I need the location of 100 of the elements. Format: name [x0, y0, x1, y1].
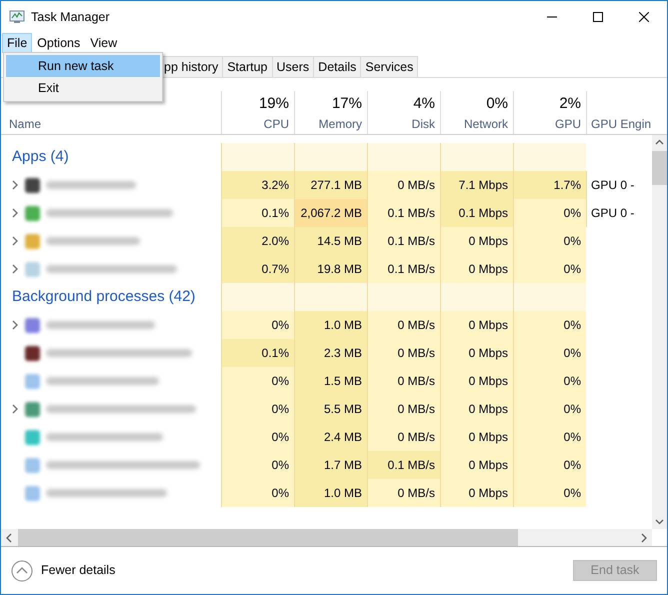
collapse-icon — [11, 560, 33, 582]
tab[interactable]: Startup — [222, 56, 273, 77]
group-heading: Apps (4) — [11, 147, 70, 167]
column-label: GPU Engin — [591, 116, 651, 133]
column-label: CPU — [262, 116, 289, 133]
table-cell: 1.7% — [513, 171, 586, 199]
table-cell: 2.3 MB — [294, 339, 367, 367]
tab[interactable]: pp history — [163, 56, 224, 77]
tab[interactable]: Services — [360, 56, 418, 77]
table-cell: 19.8 MB — [294, 255, 367, 283]
table-cell: 0.1 MB/s — [367, 199, 440, 227]
column-percent: 4% — [412, 94, 435, 114]
table-cell: 0 Mbps — [440, 255, 513, 283]
table-cell: 0% — [221, 423, 294, 451]
task-manager-icon — [9, 10, 25, 24]
column-percent: 19% — [258, 94, 289, 114]
table-cell: 2.4 MB — [294, 423, 367, 451]
column-percent: 2% — [558, 94, 581, 114]
vertical-scrollbar[interactable] — [652, 135, 667, 529]
table-cell: 0% — [513, 255, 586, 283]
table-cell: 0 Mbps — [440, 423, 513, 451]
table-cell: 0 Mbps — [440, 367, 513, 395]
table-cell: GPU 0 - — [586, 199, 651, 227]
table-cell: 0.1 MB/s — [367, 227, 440, 255]
table-cell: 0% — [513, 451, 586, 479]
table-cell: 7.1 Mbps — [440, 171, 513, 199]
table-cell: 0% — [513, 227, 586, 255]
column-header[interactable]: 2% GPU — [513, 91, 586, 134]
scroll-down-icon[interactable] — [655, 519, 664, 525]
scrollbar-thumb[interactable] — [652, 151, 667, 185]
maximize-icon — [593, 12, 603, 22]
table-cell: 0.1 Mbps — [440, 199, 513, 227]
table-cell: 1.0 MB — [294, 479, 367, 507]
column-label: Disk — [410, 116, 435, 133]
table-cell: 0% — [221, 395, 294, 423]
table-cell: 0 Mbps — [440, 479, 513, 507]
scrollbar-thumb[interactable] — [18, 529, 518, 546]
table-cell: 0% — [513, 423, 586, 451]
tab[interactable]: Users — [272, 56, 314, 77]
table-cell: 0 MB/s — [367, 339, 440, 367]
column-header[interactable]: GPU Engin — [586, 91, 651, 134]
horizontal-scrollbar[interactable] — [1, 529, 652, 546]
expand-chevron-icon[interactable] — [11, 404, 19, 414]
menu-item[interactable]: Options — [32, 33, 86, 53]
table-cell: 0 Mbps — [440, 311, 513, 339]
table-cell: 2.0% — [221, 227, 294, 255]
column-header[interactable]: 0% Network — [440, 91, 513, 134]
close-icon — [639, 12, 649, 22]
table-cell: GPU 0 - — [586, 171, 651, 199]
fewer-details-button[interactable]: Fewer details — [11, 560, 116, 582]
expand-chevron-icon[interactable] — [11, 180, 19, 190]
column-percent: 17% — [330, 94, 362, 114]
table-cell: 0% — [221, 451, 294, 479]
table-cell: 0% — [513, 367, 586, 395]
table-cell: 0 Mbps — [440, 339, 513, 367]
table-cell: 0.1% — [221, 339, 294, 367]
table-cell: 1.0 MB — [294, 311, 367, 339]
table-cell: 0 MB/s — [367, 171, 440, 199]
column-label: Memory — [318, 116, 362, 133]
menu-item[interactable]: Run new task — [6, 55, 160, 77]
column-header[interactable]: 4% Disk — [367, 91, 440, 134]
expand-chevron-icon[interactable] — [11, 208, 19, 218]
table-cell: 0% — [513, 311, 586, 339]
column-header[interactable]: 19% CPU — [221, 91, 294, 134]
column-label: GPU — [554, 116, 581, 133]
table-cell: 0 Mbps — [440, 227, 513, 255]
table-cell: 0% — [221, 367, 294, 395]
expand-chevron-icon[interactable] — [11, 264, 19, 274]
menu-item[interactable]: View — [85, 33, 122, 53]
table-cell: 0% — [513, 339, 586, 367]
table-cell: 0 MB/s — [367, 367, 440, 395]
table-cell: 0.7% — [221, 255, 294, 283]
table-cell: 0 MB/s — [367, 479, 440, 507]
table-cell: 0% — [221, 479, 294, 507]
table-cell: 277.1 MB — [294, 171, 367, 199]
window-title: Task Manager — [31, 8, 110, 26]
table-cell: 0 MB/s — [367, 395, 440, 423]
menu-item[interactable]: Exit — [6, 77, 160, 99]
column-header[interactable]: 17% Memory — [294, 91, 367, 134]
table-cell: 0% — [513, 199, 586, 227]
table-cell: 2,067.2 MB — [294, 199, 367, 227]
table-cell: 14.5 MB — [294, 227, 367, 255]
table-cell: 0.1 MB/s — [367, 255, 440, 283]
table-cell: 0 MB/s — [367, 311, 440, 339]
menu-item[interactable]: File — [2, 33, 32, 53]
tab[interactable]: Details — [313, 56, 362, 77]
table-cell: 0 MB/s — [367, 423, 440, 451]
expand-chevron-icon[interactable] — [11, 320, 19, 330]
table-cell: 1.7 MB — [294, 451, 367, 479]
table-cell: 0 Mbps — [440, 451, 513, 479]
table-cell: 0 Mbps — [440, 395, 513, 423]
column-label: Network — [462, 116, 508, 133]
scroll-up-icon[interactable] — [655, 139, 664, 145]
expand-chevron-icon[interactable] — [11, 236, 19, 246]
table-cell: 5.5 MB — [294, 395, 367, 423]
table-cell: 3.2% — [221, 171, 294, 199]
group-heading: Background processes (42) — [11, 287, 196, 307]
table-cell: 0.1% — [221, 199, 294, 227]
table-cell: 1.5 MB — [294, 367, 367, 395]
column-label: Name — [9, 116, 42, 133]
